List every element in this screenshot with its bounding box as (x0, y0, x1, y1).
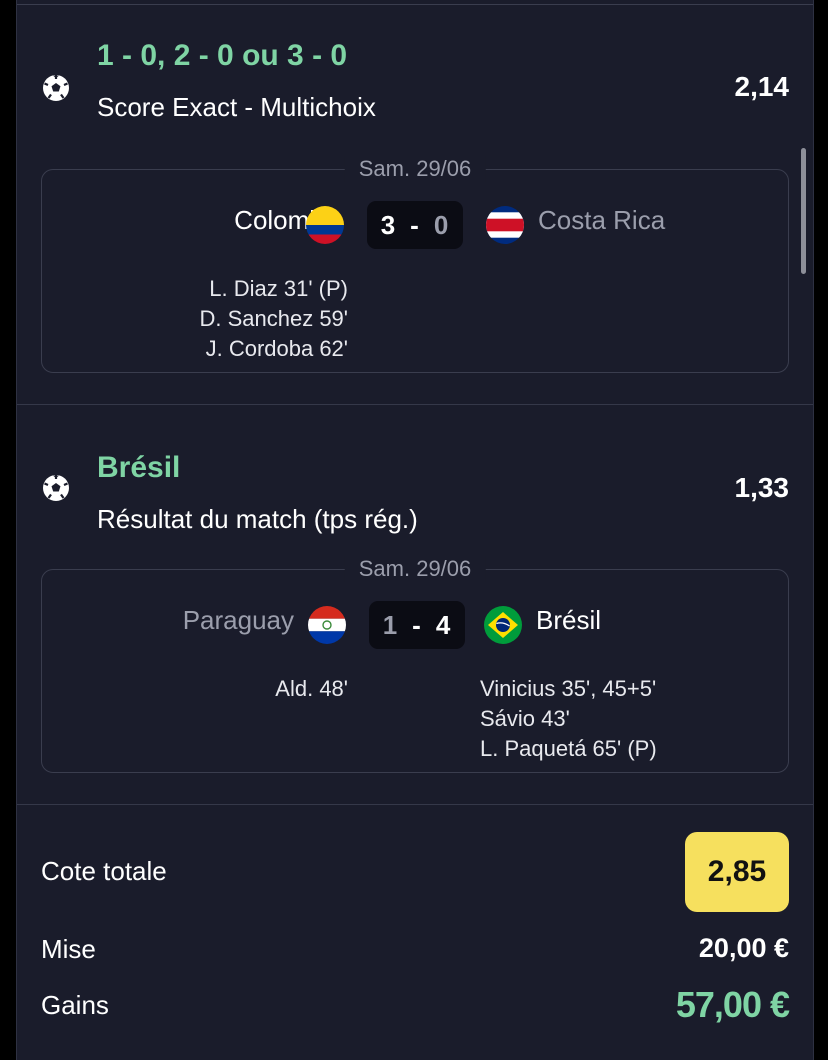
bet-market: Score Exact - Multichoix (97, 92, 376, 122)
scorer-item: L. Paquetá 65' (P) (480, 736, 657, 761)
away-score: 0 (433, 209, 450, 240)
away-score: 4 (435, 609, 452, 640)
gains-value: 57,00 € (675, 984, 790, 1025)
away-team-name: Brésil (536, 605, 602, 635)
colombia-flag-icon (306, 206, 344, 244)
bet-pick: Brésil (97, 451, 181, 484)
brazil-flag-icon (484, 606, 522, 644)
scorer-item: J. Cordoba 62' (205, 336, 348, 361)
home-score: 1 (382, 609, 399, 640)
bet-pick: 1 - 0, 2 - 0 ou 3 - 0 (97, 39, 348, 72)
home-scorers-list: L. Diaz 31' (P) D. Sanchez 59' J. Cordob… (199, 274, 348, 364)
scorer-item: Ald. 48' (275, 676, 348, 701)
summary-divider (17, 804, 813, 805)
away-scorers-list: Vinicius 35', 45+5' Sávio 43' L. Paquetá… (480, 674, 657, 764)
scorer-item: Sávio 43' (480, 706, 570, 731)
match-score: 3 - 0 (367, 201, 463, 249)
scrollbar[interactable] (801, 148, 806, 274)
away-team-name: Costa Rica (538, 205, 666, 235)
top-divider (17, 4, 813, 5)
bet-odds: 1,33 (734, 472, 790, 503)
total-odds-label: Cote totale (41, 856, 167, 886)
match-card: Sam. 29/06 Colombie 3 - 0 Costa Rica L. … (41, 156, 789, 373)
bet-slip-panel: 1 - 0, 2 - 0 ou 3 - 0 Score Exact - Mult… (16, 0, 814, 1060)
home-team-name: Paraguay (182, 605, 294, 635)
home-scorers-list: Ald. 48' (275, 674, 348, 704)
match-score: 1 - 4 (369, 601, 465, 649)
stake-value: 20,00 € (698, 933, 789, 963)
paraguay-flag-icon (308, 606, 346, 644)
soccer-ball-icon (43, 475, 69, 501)
home-score: 3 (380, 209, 397, 240)
stake-label: Mise (41, 934, 96, 964)
match-card: Sam. 29/06 Paraguay 1 - 4 Brésil Ald. 48… (41, 556, 789, 773)
scorer-item: Vinicius 35', 45+5' (480, 676, 657, 701)
bet-divider (17, 404, 813, 405)
bet-odds: 2,14 (734, 71, 790, 102)
scorer-item: D. Sanchez 59' (199, 306, 348, 331)
match-date: Sam. 29/06 (344, 156, 486, 182)
total-odds-badge: 2,85 (685, 832, 789, 912)
scorer-item: L. Diaz 31' (P) (209, 276, 348, 301)
match-date: Sam. 29/06 (344, 556, 486, 582)
bet-market: Résultat du match (tps rég.) (97, 504, 418, 534)
soccer-ball-icon (43, 75, 69, 101)
gains-label: Gains (41, 990, 109, 1020)
costa-rica-flag-icon (486, 206, 524, 244)
